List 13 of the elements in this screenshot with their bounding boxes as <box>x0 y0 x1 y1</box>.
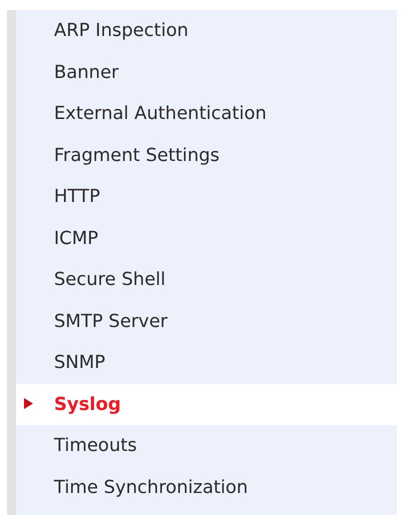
menu-item[interactable]: Syslog <box>16 384 397 425</box>
menu-item[interactable]: External Authentication <box>16 93 397 134</box>
menu-item[interactable]: SNMP <box>16 342 397 384</box>
menu-item[interactable]: ICMP <box>16 218 397 259</box>
menu-item[interactable]: HTTP <box>16 176 397 218</box>
menu-item[interactable]: ARP Inspection <box>16 10 397 52</box>
menu-item[interactable]: Secure Shell <box>16 259 397 300</box>
menu-item[interactable]: Timeouts <box>16 425 397 466</box>
menu-item[interactable]: Fragment Settings <box>16 134 397 176</box>
menu-item[interactable]: Banner <box>16 52 397 93</box>
triangle-icon <box>24 398 33 410</box>
menu-item[interactable]: SMTP Server <box>16 300 397 342</box>
menu-item[interactable]: Time Synchronization <box>16 466 397 508</box>
